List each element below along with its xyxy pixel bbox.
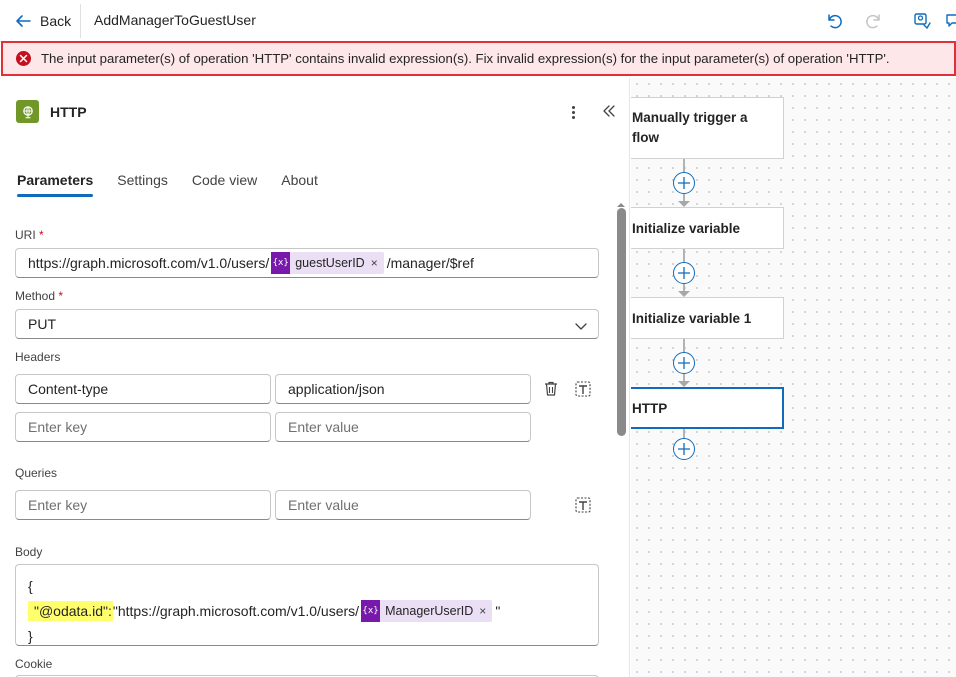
manager-user-id-token[interactable]: {x} ManagerUserID ×	[361, 599, 493, 622]
body-editor[interactable]: { "@odata.id": "https://graph.microsoft.…	[15, 564, 599, 646]
node-manual-trigger[interactable]: Manually trigger a flow	[631, 97, 784, 159]
remove-token-icon[interactable]: ×	[479, 604, 492, 618]
connector	[683, 159, 685, 173]
node-initialize-variable-1[interactable]: Initialize variable 1	[631, 297, 784, 339]
uri-input[interactable]: https://graph.microsoft.com/v1.0/users/ …	[15, 248, 599, 278]
add-step-button[interactable]	[673, 352, 695, 374]
http-globe-icon	[16, 100, 39, 123]
delete-icon[interactable]	[542, 380, 560, 398]
tab-code-view[interactable]: Code view	[192, 172, 257, 197]
chevron-down-icon	[575, 323, 587, 330]
guest-user-id-token[interactable]: {x} guestUserID ×	[271, 252, 384, 274]
uri-prefix: https://graph.microsoft.com/v1.0/users/	[28, 255, 270, 271]
header-value-input-empty[interactable]: Enter value	[275, 412, 531, 442]
flow-checker-icon[interactable]	[912, 11, 932, 31]
add-step-button[interactable]	[673, 262, 695, 284]
body-label: Body	[15, 545, 43, 559]
header-value-input[interactable]: application/json	[275, 374, 531, 404]
panel-header: HTTP	[16, 100, 87, 123]
node-initialize-variable[interactable]: Initialize variable	[631, 207, 784, 249]
method-label: Method *	[15, 289, 64, 303]
error-icon	[16, 51, 31, 66]
panel-title: HTTP	[50, 103, 87, 120]
scrollbar-thumb[interactable]	[617, 208, 626, 436]
method-select[interactable]: PUT	[15, 309, 599, 339]
token-label: guestUserID	[295, 256, 365, 270]
divider	[80, 4, 81, 38]
plus-icon	[678, 267, 690, 279]
switch-to-text-icon[interactable]	[574, 380, 592, 398]
plus-icon	[678, 443, 690, 455]
add-step-button[interactable]	[673, 438, 695, 460]
plus-icon	[678, 357, 690, 369]
method-value: PUT	[28, 316, 56, 332]
more-options-icon[interactable]	[563, 102, 583, 122]
node-http[interactable]: HTTP	[631, 387, 784, 429]
body-quote: "	[495, 602, 501, 619]
body-line: {	[28, 577, 33, 594]
back-button[interactable]: Back	[14, 11, 71, 31]
token-label: ManagerUserID	[385, 603, 474, 618]
plus-icon	[678, 177, 690, 189]
collapse-panel-icon[interactable]	[600, 102, 618, 120]
tab-list: Parameters Settings Code view About	[17, 172, 342, 197]
header-key-input-empty[interactable]: Enter key	[15, 412, 271, 442]
tab-settings[interactable]: Settings	[117, 172, 168, 197]
body-line: }	[28, 627, 33, 644]
connector	[683, 339, 685, 353]
flow-title: AddManagerToGuestUser	[94, 12, 256, 28]
variable-icon: {x}	[271, 252, 291, 274]
switch-to-text-icon[interactable]	[574, 496, 592, 514]
headers-label: Headers	[15, 350, 61, 364]
uri-suffix: /manager/$ref	[386, 255, 474, 271]
queries-label: Queries	[15, 466, 58, 480]
top-bar: Back AddManagerToGuestUser	[0, 0, 956, 42]
header-key-input[interactable]: Content-type	[15, 374, 271, 404]
required-mark: *	[58, 289, 64, 303]
query-key-input[interactable]: Enter key	[15, 490, 271, 520]
chat-icon[interactable]	[944, 11, 956, 31]
undo-icon[interactable]	[824, 11, 844, 31]
tab-parameters[interactable]: Parameters	[17, 172, 94, 197]
error-banner: The input parameter(s) of operation 'HTT…	[1, 41, 956, 76]
arrow-left-icon	[16, 15, 31, 27]
highlighted-key: "@odata.id":	[28, 600, 113, 621]
action-details-panel: HTTP Parameters Settings Code view About…	[0, 78, 630, 677]
body-line: "@odata.id": "https://graph.microsoft.co…	[28, 598, 598, 623]
cookie-label: Cookie	[15, 657, 53, 671]
variable-icon: {x}	[361, 599, 381, 622]
required-mark: *	[39, 228, 44, 242]
body-url: "https://graph.microsoft.com/v1.0/users/	[112, 602, 360, 619]
flow-canvas[interactable]: Manually trigger a flow Initialize varia…	[631, 78, 956, 677]
connector	[683, 249, 685, 263]
redo-icon[interactable]	[864, 11, 884, 31]
add-step-button[interactable]	[673, 172, 695, 194]
error-message: The input parameter(s) of operation 'HTT…	[41, 51, 890, 66]
query-value-input[interactable]: Enter value	[275, 490, 531, 520]
uri-label: URI *	[15, 228, 44, 242]
tab-about[interactable]: About	[281, 172, 318, 197]
remove-token-icon[interactable]: ×	[371, 256, 384, 270]
back-label: Back	[40, 13, 72, 29]
